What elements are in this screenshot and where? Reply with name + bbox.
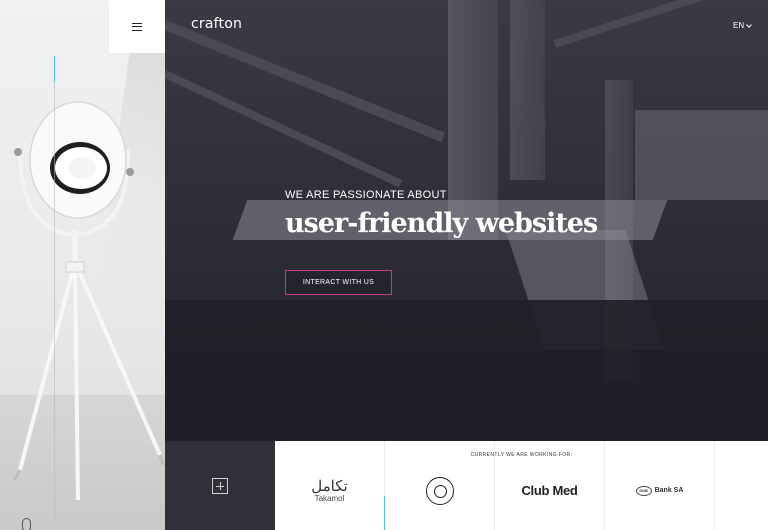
emblem-icon — [425, 476, 454, 505]
expand-panel — [165, 441, 275, 530]
hero-tagline: WE ARE PASSIONATE ABOUT — [285, 189, 447, 201]
clubmed-name: Club Med — [521, 483, 578, 498]
takamol-name: Takamol — [314, 493, 345, 503]
clients-strip: CURRENTLY WE ARE WORKING FOR: تكامل Taka… — [275, 441, 768, 530]
client-logo-clubmed[interactable]: Club Med — [495, 441, 605, 530]
client-logo-banksa[interactable]: SGB Bank SA — [605, 441, 715, 530]
chevron-down-icon — [746, 21, 752, 28]
sgb-mark: SGB — [635, 485, 652, 496]
left-image-panel — [0, 0, 165, 530]
lamp-illustration — [12, 101, 165, 501]
menu-icon — [132, 22, 142, 31]
language-selector[interactable]: EN — [733, 21, 752, 30]
interact-button[interactable]: INTERACT WITH US — [285, 270, 392, 295]
brand-logo[interactable]: crafton — [191, 16, 242, 32]
language-label: EN — [733, 21, 745, 30]
scroll-mouse-icon[interactable] — [22, 518, 31, 530]
plus-icon[interactable] — [212, 477, 228, 494]
guide-line — [54, 82, 55, 522]
hero-headline: user-friendly websites — [285, 208, 598, 239]
accent-line — [54, 56, 55, 82]
active-client-indicator — [384, 496, 385, 530]
takamol-arabic-text: تكامل — [311, 476, 348, 495]
menu-button[interactable] — [109, 0, 165, 53]
client-logo-emblem[interactable] — [385, 441, 495, 530]
client-logo-takamol[interactable]: تكامل Takamol — [275, 441, 385, 530]
banksa-name: Bank SA — [654, 487, 684, 494]
